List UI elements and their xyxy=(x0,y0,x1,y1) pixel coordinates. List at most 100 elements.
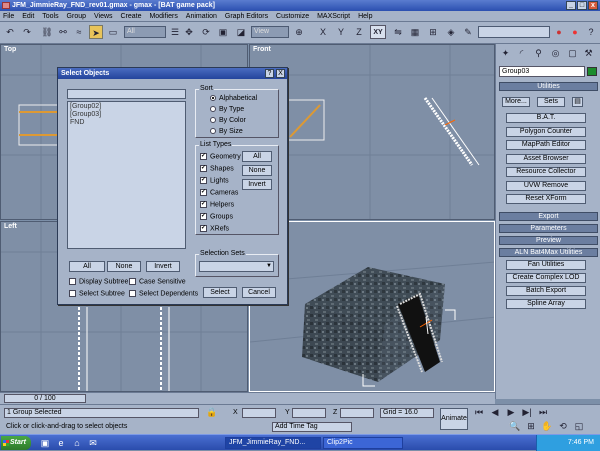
lock-selection-icon[interactable]: 🔒 xyxy=(205,406,219,418)
checkbox-box[interactable] xyxy=(200,177,207,184)
asset-browser-button[interactable]: Asset Browser xyxy=(506,154,586,164)
restrict-x-icon[interactable]: X xyxy=(316,25,330,39)
select-by-name-icon[interactable]: ☰ xyxy=(168,25,182,39)
quicklaunch-mail-icon[interactable]: ✉ xyxy=(86,436,100,450)
checkbox-box[interactable] xyxy=(200,225,207,232)
menu-animation[interactable]: Animation xyxy=(183,11,220,22)
goto-start-icon[interactable]: ⏮ xyxy=(472,406,486,418)
object-name-filter-input[interactable] xyxy=(67,89,186,99)
checkbox-box[interactable] xyxy=(129,278,136,285)
select-rotate-icon[interactable]: ⟳ xyxy=(199,25,213,39)
viewport-top-label[interactable]: Top xyxy=(4,46,16,53)
radio-dot[interactable] xyxy=(210,106,216,113)
create-complex-lod-button[interactable]: Create Complex LOD xyxy=(506,273,586,283)
checkbox-box[interactable] xyxy=(129,290,136,297)
checkbox-box[interactable] xyxy=(200,189,207,196)
sort-by-size-radio[interactable]: By Size xyxy=(210,128,243,136)
motion-tab-icon[interactable]: ◎ xyxy=(549,47,562,59)
checkbox-box[interactable] xyxy=(200,201,207,208)
add-time-tag-button[interactable]: Add Time Tag xyxy=(272,422,352,432)
list-item[interactable]: [Group02] xyxy=(70,103,183,111)
render-icon[interactable]: ✎ xyxy=(461,25,475,39)
groups-checkbox[interactable]: Groups xyxy=(200,213,233,221)
uvw-remove-button[interactable]: UVW Remove xyxy=(506,181,586,191)
hierarchy-tab-icon[interactable]: ⚲ xyxy=(532,47,545,59)
menu-group[interactable]: Group xyxy=(64,11,89,22)
mappath-editor-button[interactable]: MapPath Editor xyxy=(506,140,586,150)
menu-maxscript[interactable]: MAXScript xyxy=(314,11,353,22)
restrict-xy-button[interactable]: XY xyxy=(370,25,386,39)
viewport-left-label[interactable]: Left xyxy=(4,223,17,230)
select-invert-button[interactable]: Invert xyxy=(146,261,180,272)
fan-utilities-button[interactable]: Fan Utilities xyxy=(506,260,586,270)
menu-create[interactable]: Create xyxy=(117,11,144,22)
list-item[interactable]: [Group03] xyxy=(70,111,183,119)
menu-file[interactable]: File xyxy=(0,11,17,22)
list-item[interactable]: FND xyxy=(70,119,183,127)
polygon-counter-button[interactable]: Polygon Counter xyxy=(506,127,586,137)
reset-xform-button[interactable]: Reset XForm xyxy=(506,194,586,204)
cameras-checkbox[interactable]: Cameras xyxy=(200,189,238,197)
select-subtree-checkbox[interactable]: Select Subtree xyxy=(69,290,125,298)
dialog-help-button[interactable]: ? xyxy=(265,69,274,78)
quicklaunch-browser-icon[interactable]: e xyxy=(54,436,68,450)
maximize-button[interactable]: □ xyxy=(577,1,587,10)
sort-alphabetical-radio[interactable]: Alphabetical xyxy=(210,95,257,103)
select-move-icon[interactable]: ✥ xyxy=(182,25,196,39)
teapot-render-icon[interactable]: ● xyxy=(552,25,566,39)
dialog-cancel-button[interactable]: Cancel xyxy=(242,287,276,298)
modify-tab-icon[interactable]: ◜ xyxy=(515,47,528,59)
utilities-rollout[interactable]: Utilities xyxy=(499,82,598,91)
case-sensitive-checkbox[interactable]: Case Sensitive xyxy=(129,278,186,286)
pan-icon[interactable]: ✋ xyxy=(540,420,554,432)
array-icon[interactable]: ▦ xyxy=(408,25,422,39)
quicklaunch-desktop-icon[interactable]: ▣ xyxy=(38,436,52,450)
animate-button[interactable]: Animate xyxy=(440,408,468,430)
checkbox-box[interactable] xyxy=(200,165,207,172)
sort-by-type-radio[interactable]: By Type xyxy=(210,106,244,114)
taskbar-item-clip2pic[interactable]: Clip2Pic xyxy=(323,437,403,449)
select-arrow-icon[interactable]: ➤ xyxy=(89,25,103,39)
checkbox-box[interactable] xyxy=(200,213,207,220)
shapes-checkbox[interactable]: Shapes xyxy=(200,165,234,173)
goto-end-icon[interactable]: ⏭ xyxy=(536,406,550,418)
y-coord-field[interactable] xyxy=(292,408,326,418)
play-icon[interactable]: ▶ xyxy=(504,406,518,418)
dialog-title-bar[interactable]: Select Objects xyxy=(58,68,287,79)
geometry-checkbox[interactable]: Geometry xyxy=(200,153,241,161)
align-icon[interactable]: ⊞ xyxy=(426,25,440,39)
taskbar-item-gmax[interactable]: JFM_JimmieRay_FND... xyxy=(225,437,321,449)
quicklaunch-explorer-icon[interactable]: ⌂ xyxy=(70,436,84,450)
checkbox-box[interactable] xyxy=(200,153,207,160)
material-editor-icon[interactable]: ◈ xyxy=(444,25,458,39)
list-types-all-button[interactable]: All xyxy=(242,151,272,162)
object-list[interactable]: [Group02] [Group03] FND xyxy=(67,101,186,249)
dialog-select-button[interactable]: Select xyxy=(203,287,237,298)
more-button[interactable]: More... xyxy=(502,97,530,107)
helpers-checkbox[interactable]: Helpers xyxy=(200,201,234,209)
sets-button[interactable]: Sets xyxy=(537,97,565,107)
x-coord-field[interactable] xyxy=(242,408,276,418)
pivot-center-icon[interactable]: ⊕ xyxy=(292,25,306,39)
select-all-button[interactable]: All xyxy=(69,261,105,272)
display-subtree-checkbox[interactable]: Display Subtree xyxy=(69,278,128,286)
next-frame-icon[interactable]: ▶| xyxy=(520,406,534,418)
radio-dot[interactable] xyxy=(210,128,216,135)
clock[interactable]: 7:46 PM xyxy=(568,439,594,446)
start-button[interactable]: Start xyxy=(1,436,31,450)
time-slider[interactable]: 0 / 100 xyxy=(4,394,86,403)
selection-sets-dropdown[interactable] xyxy=(199,261,274,272)
object-color-swatch[interactable] xyxy=(587,67,597,76)
reference-coord-dropdown[interactable]: View xyxy=(251,26,289,38)
object-name-field[interactable]: Group03 xyxy=(499,66,585,77)
viewport-front-label[interactable]: Front xyxy=(253,46,271,53)
radio-dot[interactable] xyxy=(210,95,216,102)
select-none-button[interactable]: None xyxy=(107,261,141,272)
lights-checkbox[interactable]: Lights xyxy=(200,177,229,185)
unlink-icon[interactable]: ⚯ xyxy=(56,25,70,39)
help-icon[interactable]: ? xyxy=(584,25,598,39)
utilities-tab-icon[interactable]: ⚒ xyxy=(582,47,595,59)
menu-graph-editors[interactable]: Graph Editors xyxy=(222,11,271,22)
maximize-viewport-icon[interactable]: ◱ xyxy=(572,420,586,432)
menu-views[interactable]: Views xyxy=(91,11,116,22)
